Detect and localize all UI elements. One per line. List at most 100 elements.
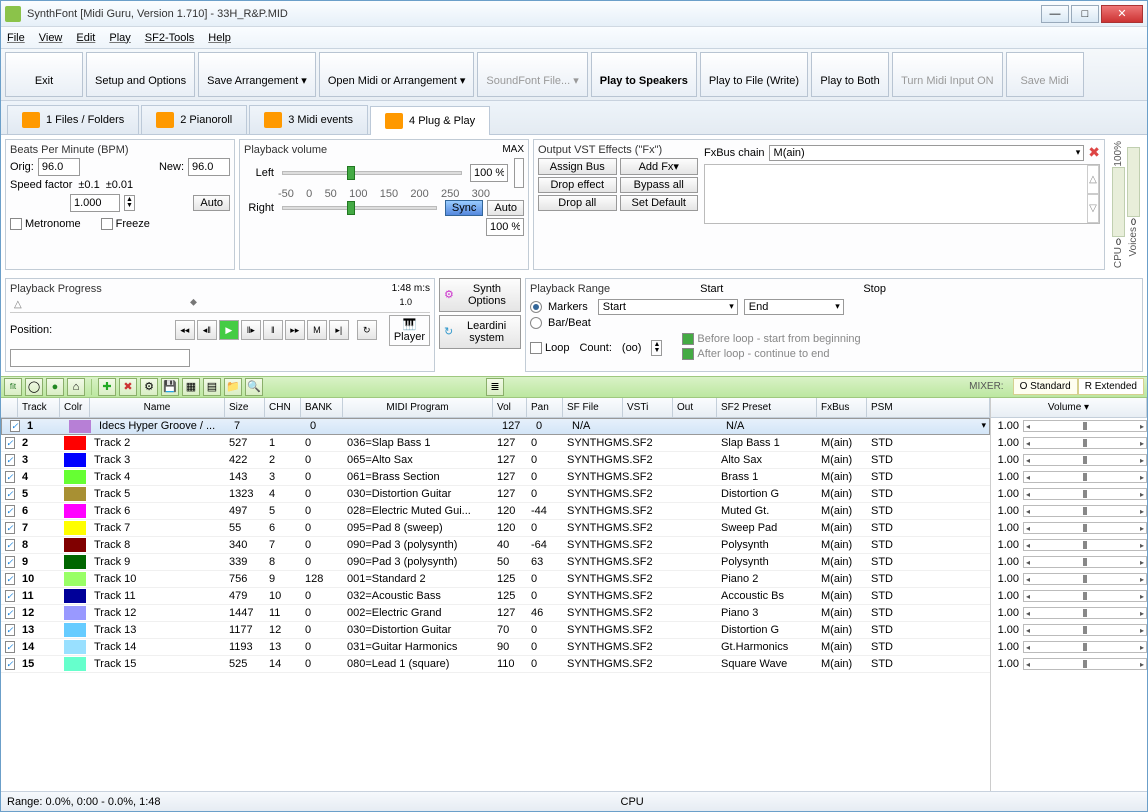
bpm-new-input[interactable]: [188, 158, 230, 176]
save-icon[interactable]: Save Arrangement ▾: [198, 52, 316, 97]
close-button[interactable]: ✕: [1101, 5, 1143, 23]
col-track[interactable]: Track: [18, 398, 60, 417]
open-icon[interactable]: Open Midi or Arrangement ▾: [319, 52, 475, 97]
mixer-lane[interactable]: 1.00: [991, 605, 1147, 622]
pause-button[interactable]: ‖: [263, 320, 283, 340]
file-icon[interactable]: Play to File (Write): [700, 52, 808, 97]
folder-icon[interactable]: 📁: [224, 378, 242, 396]
mixer-lane[interactable]: 1.00: [991, 435, 1147, 452]
mixer-lane[interactable]: 1.00: [991, 452, 1147, 469]
tab-2-pianoroll[interactable]: 2 Pianoroll: [141, 105, 247, 134]
exit-icon[interactable]: Exit: [5, 52, 83, 97]
marker-button[interactable]: M: [307, 320, 327, 340]
action1-icon[interactable]: ▦: [182, 378, 200, 396]
remove-icon[interactable]: ✖: [119, 378, 137, 396]
loop-checkbox[interactable]: Loop: [530, 342, 569, 354]
setup-icon[interactable]: Setup and Options: [86, 52, 195, 97]
mixer-lane[interactable]: 1.00: [991, 639, 1147, 656]
save-icon[interactable]: 💾: [161, 378, 179, 396]
mixer-lane[interactable]: 1.00: [991, 554, 1147, 571]
col-psm[interactable]: PSM: [867, 398, 990, 417]
sync-button[interactable]: Sync: [445, 200, 483, 216]
set-default-button[interactable]: Set Default: [620, 195, 699, 211]
fxbus-chain-select[interactable]: M(ain): [769, 145, 1085, 161]
left-slider[interactable]: [282, 171, 462, 175]
col-fxbus[interactable]: FxBus: [817, 398, 867, 417]
mixer-lane[interactable]: 1.00: [991, 469, 1147, 486]
bpm-orig-input[interactable]: [38, 158, 80, 176]
volume-auto-button[interactable]: Auto: [487, 200, 524, 216]
zoom-out-icon[interactable]: ◯: [25, 378, 43, 396]
fit-icon[interactable]: fit: [4, 378, 22, 396]
col-pan[interactable]: Pan: [527, 398, 563, 417]
track-row[interactable]: ✓14Track 141193130031=Guitar Harmonics90…: [1, 639, 990, 656]
before-loop-checkbox[interactable]: Before loop - start from beginning: [682, 333, 860, 345]
mixer-lane[interactable]: 1.00: [991, 656, 1147, 673]
track-row[interactable]: ✓4Track 414330061=Brass Section1270SYNTH…: [1, 469, 990, 486]
add-icon[interactable]: ✚: [98, 378, 116, 396]
track-row[interactable]: ✓11Track 11479100032=Acoustic Bass1250SY…: [1, 588, 990, 605]
drop-all-button[interactable]: Drop all: [538, 195, 617, 211]
maximize-button[interactable]: □: [1071, 5, 1099, 23]
synth-options-button[interactable]: ⚙Synth Options: [439, 278, 521, 312]
metronome-checkbox[interactable]: Metronome: [10, 218, 81, 230]
track-row[interactable]: ✓3Track 342220065=Alto Sax1270SYNTHGMS.S…: [1, 452, 990, 469]
col-vsti[interactable]: VSTi: [623, 398, 673, 417]
col-sf[interactable]: SF File: [563, 398, 623, 417]
track-row[interactable]: ✓5Track 5132340030=Distortion Guitar1270…: [1, 486, 990, 503]
mixer-vol-header[interactable]: Volume ▾: [991, 398, 1147, 417]
track-row[interactable]: ✓6Track 649750028=Electric Muted Gui...1…: [1, 503, 990, 520]
mixer-lane[interactable]: 1.00: [991, 418, 1147, 435]
track-row[interactable]: ✓15Track 15525140080=Lead 1 (square)1100…: [1, 656, 990, 673]
col-preset[interactable]: SF2 Preset: [717, 398, 817, 417]
tab-3-midi-events[interactable]: 3 Midi events: [249, 105, 368, 134]
player-button[interactable]: 🎹 Player: [389, 315, 430, 346]
mixer-lane[interactable]: 1.00: [991, 588, 1147, 605]
menu-view[interactable]: View: [39, 32, 63, 44]
markers-radio[interactable]: [530, 301, 542, 313]
mixer-lane[interactable]: 1.00: [991, 571, 1147, 588]
minimize-button[interactable]: —: [1041, 5, 1069, 23]
mixer-extended-tab[interactable]: R Extended: [1078, 378, 1144, 395]
bypass-all-button[interactable]: Bypass all: [620, 177, 699, 193]
both-icon[interactable]: Play to Both: [811, 52, 889, 97]
col-bank[interactable]: BANK: [301, 398, 343, 417]
col-chn[interactable]: CHN: [265, 398, 301, 417]
right-pct[interactable]: [486, 218, 524, 236]
bpm-auto-button[interactable]: Auto: [193, 195, 230, 211]
ffwd-button[interactable]: ▸▸: [285, 320, 305, 340]
track-row[interactable]: ✓8Track 834070090=Pad 3 (polysynth)40-64…: [1, 537, 990, 554]
fx-down-button[interactable]: ▽: [1087, 194, 1099, 223]
col-out[interactable]: Out: [673, 398, 717, 417]
end-button[interactable]: ▸|: [329, 320, 349, 340]
assign-bus-button[interactable]: Assign Bus: [538, 158, 617, 175]
left-pct[interactable]: [470, 164, 508, 182]
stop-select[interactable]: End: [744, 299, 844, 315]
track-row[interactable]: ✓1Idecs Hyper Groove / ...701270N/AN/A: [1, 418, 990, 435]
col-size[interactable]: Size: [225, 398, 265, 417]
savemidi-icon[interactable]: Save Midi: [1006, 52, 1084, 97]
right-slider[interactable]: [282, 206, 437, 210]
fx-delete-icon[interactable]: ✖: [1088, 144, 1100, 161]
mixer-lane[interactable]: 1.00: [991, 520, 1147, 537]
col-vol[interactable]: Vol: [493, 398, 527, 417]
mixer-lane[interactable]: 1.00: [991, 537, 1147, 554]
track-row[interactable]: ✓2Track 252710036=Slap Bass 11270SYNTHGM…: [1, 435, 990, 452]
after-loop-checkbox[interactable]: After loop - continue to end: [682, 348, 829, 360]
play-button[interactable]: ▶: [219, 320, 239, 340]
step-fwd-button[interactable]: ‖▸: [241, 320, 261, 340]
count-stepper[interactable]: ▲▼: [651, 340, 662, 356]
config-icon[interactable]: ⚙: [140, 378, 158, 396]
loop-button[interactable]: ↻: [357, 320, 377, 340]
record-icon[interactable]: ●: [46, 378, 64, 396]
speed-stepper[interactable]: ▲▼: [124, 195, 135, 211]
step-back-button[interactable]: ◂‖: [197, 320, 217, 340]
start-select[interactable]: Start: [598, 299, 738, 315]
mixer-lane[interactable]: 1.00: [991, 622, 1147, 639]
col-name[interactable]: Name: [90, 398, 225, 417]
track-row[interactable]: ✓13Track 131177120030=Distortion Guitar7…: [1, 622, 990, 639]
fx-up-button[interactable]: △: [1087, 165, 1099, 194]
fx-list[interactable]: [705, 165, 1087, 223]
menu-help[interactable]: Help: [208, 32, 231, 44]
leardini-button[interactable]: ↻Leardini system: [439, 315, 521, 349]
